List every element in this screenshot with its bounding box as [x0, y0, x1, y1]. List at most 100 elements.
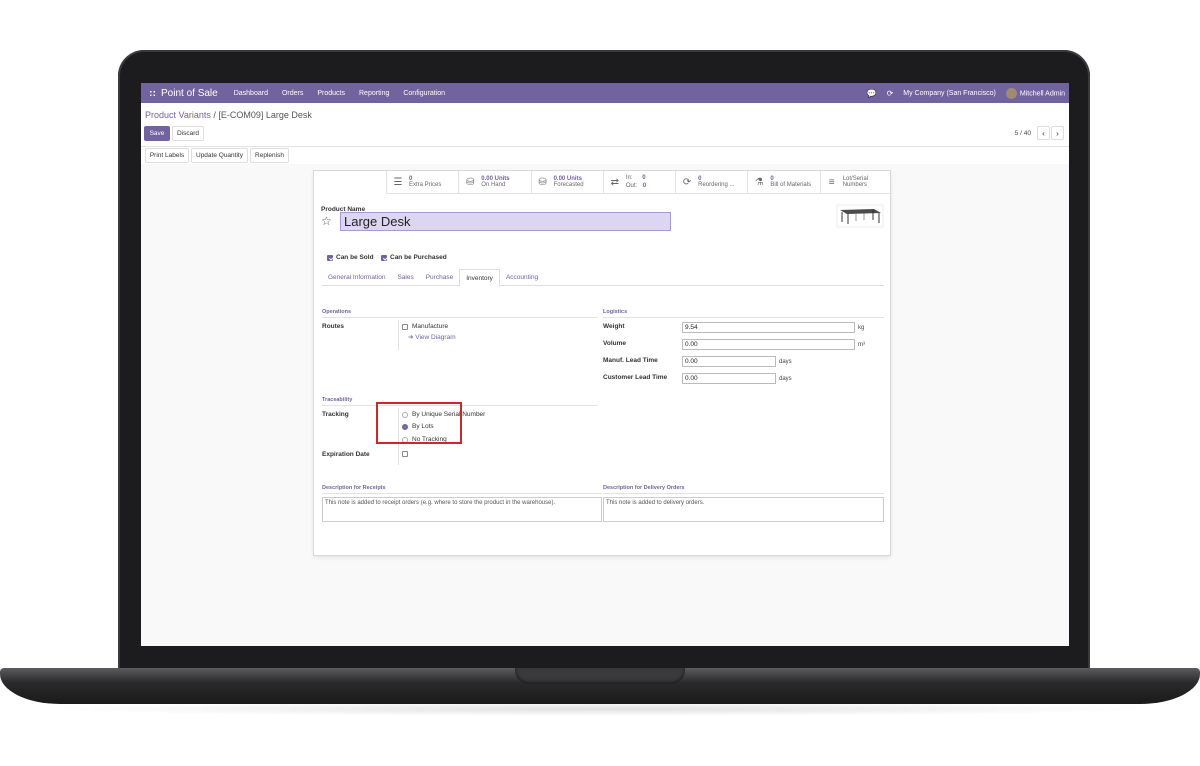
weight-label: Weight [603, 323, 625, 330]
can-be-purchased-checkbox[interactable]: Can be Purchased [381, 254, 447, 261]
section-divider [603, 317, 884, 318]
form-sheet: ☰ 0 Extra Prices ⛁ 0.00 Units On Hand ⛁ 0.… [313, 170, 892, 556]
user-menu[interactable]: Mitchell Admin [1005, 87, 1065, 99]
exchange-icon: ⇄ [610, 176, 620, 188]
field-divider [398, 320, 399, 350]
pager-previous-button[interactable]: ‹ [1037, 126, 1050, 140]
can-be-sold-checkbox[interactable]: Can be Sold [327, 254, 374, 261]
menu-configuration[interactable]: Configuration [403, 90, 445, 97]
save-button[interactable]: Save [144, 126, 170, 141]
extra-prices-label: Extra Prices [409, 182, 442, 188]
logistics-title: Logistics [603, 309, 628, 315]
navbar-right: 💬 ⟳ My Company (San Francisco) Mitchell … [867, 87, 1065, 99]
list-icon: ☰ [393, 176, 403, 188]
checkbox-unchecked[interactable] [402, 451, 408, 457]
in-value: 0 [642, 175, 646, 181]
reordering-button[interactable]: ⟳ 0 Reordering ... [675, 171, 747, 193]
manuf-lead-time-input[interactable]: 0.00 [682, 356, 776, 367]
reordering-label: Reordering ... [698, 182, 735, 188]
checkbox-checked[interactable] [327, 254, 333, 261]
routes-label: Routes [322, 323, 345, 330]
out-value: 0 [642, 183, 647, 189]
section-divider [603, 493, 884, 494]
app-brand[interactable]: Point of Sale [161, 88, 218, 99]
top-navbar: Point of Sale Dashboard Orders Products … [141, 83, 1069, 103]
cubes-icon: ⛁ [466, 176, 475, 188]
receipts-description-input[interactable]: This note is added to receipt orders (e.… [322, 497, 602, 522]
section-divider [322, 493, 602, 494]
highlight-box [376, 402, 462, 444]
avatar [1005, 87, 1017, 99]
bom-label: Bill of Materials [770, 182, 812, 188]
bom-button[interactable]: ⚗ 0 Bill of Materials [747, 171, 819, 193]
customer-lead-time-input[interactable]: 0.00 [682, 373, 776, 384]
extra-prices-button[interactable]: ☰ 0 Extra Prices [386, 171, 458, 193]
discard-button[interactable]: Discard [172, 126, 204, 141]
favorite-star-icon[interactable]: ☆ [321, 214, 332, 228]
pager-next-button[interactable]: › [1051, 126, 1064, 140]
menu-products[interactable]: Products [317, 90, 345, 97]
apps-menu-icon[interactable] [145, 89, 159, 97]
volume-label: Volume [603, 340, 626, 347]
replenish-button[interactable]: Replenish [250, 148, 289, 163]
traceability-title: Traceability [322, 397, 353, 403]
manufacture-route[interactable]: Manufacture [402, 323, 448, 330]
manuf-lead-time-unit: days [779, 359, 792, 365]
weight-unit: kg [858, 325, 865, 331]
checkbox-checked[interactable] [381, 254, 387, 261]
receipts-description-title: Description for Receipts [322, 485, 386, 491]
tab-purchase[interactable]: Purchase [420, 269, 459, 285]
arrow-right-icon: ➔ [408, 334, 414, 341]
refresh-icon: ⟳ [682, 176, 692, 188]
out-label: Out: [625, 183, 638, 189]
in-out-button[interactable]: ⇄ In: 0 Out: 0 [602, 171, 675, 193]
lot-serial-label: Numbers [842, 182, 868, 188]
checkbox-unchecked[interactable] [402, 323, 408, 330]
smart-buttons: ☰ 0 Extra Prices ⛁ 0.00 Units On Hand ⛁ 0.… [386, 171, 892, 194]
laptop-shadow [40, 702, 1160, 716]
breadcrumb: Product Variants / [E-COM09] Large Desk [145, 110, 312, 120]
customer-lead-time-label: Customer Lead Time [603, 374, 668, 381]
manuf-lead-time-label: Manuf. Lead Time [603, 357, 658, 364]
product-image[interactable] [836, 204, 884, 228]
view-diagram-label: View Diagram [415, 334, 456, 341]
on-hand-label: On Hand [481, 182, 506, 188]
chat-icon[interactable]: 💬 [867, 89, 877, 98]
print-labels-button[interactable]: Print Labels [145, 148, 189, 163]
laptop-notch [515, 668, 685, 684]
user-name: Mitchell Admin [1019, 89, 1065, 97]
volume-input[interactable]: 0.00 [682, 339, 855, 350]
delivery-description-input[interactable]: This note is added to delivery orders. [603, 497, 884, 522]
breadcrumb-parent[interactable]: Product Variants [145, 110, 211, 120]
on-hand-button[interactable]: ⛁ 0.00 Units On Hand [458, 171, 530, 193]
customer-lead-time-unit: days [779, 376, 792, 382]
in-label: In: [625, 175, 633, 181]
divider [141, 146, 1069, 147]
product-name-input[interactable]: Large Desk [340, 212, 671, 231]
company-switcher[interactable]: My Company (San Francisco) [903, 90, 996, 97]
cubes-icon: ⛁ [538, 176, 547, 188]
activity-icon[interactable]: ⟳ [887, 89, 894, 98]
operations-title: Operations [322, 309, 352, 315]
can-be-sold-label: Can be Sold [336, 254, 374, 261]
notebook-tabs: General Information Sales Purchase Inven… [322, 269, 884, 287]
lot-serial-button[interactable]: ≡ Lot/Serial Numbers [819, 171, 892, 193]
tab-sales[interactable]: Sales [391, 269, 419, 285]
forecasted-button[interactable]: ⛁ 0.00 Units Forecasted [530, 171, 603, 193]
view-diagram-link[interactable]: ➔ View Diagram [408, 333, 456, 341]
menu-orders[interactable]: Orders [282, 90, 303, 97]
update-quantity-button[interactable]: Update Quantity [191, 148, 248, 163]
breadcrumb-current: [E-COM09] Large Desk [218, 110, 312, 120]
menu-dashboard[interactable]: Dashboard [234, 90, 268, 97]
weight-input[interactable]: 9.54 [682, 322, 855, 333]
tab-accounting[interactable]: Accounting [500, 269, 544, 285]
bars-icon: ≡ [828, 176, 835, 188]
forecasted-label: Forecasted [553, 182, 584, 188]
pager-value: 5 / 40 [1014, 130, 1031, 137]
tab-inventory[interactable]: Inventory [459, 269, 500, 287]
expiration-date-checkbox[interactable] [402, 451, 408, 457]
expiration-date-label: Expiration Date [322, 451, 370, 458]
menu-reporting[interactable]: Reporting [359, 90, 389, 97]
tab-general-information[interactable]: General Information [322, 269, 391, 285]
delivery-description-title: Description for Delivery Orders [603, 485, 685, 491]
